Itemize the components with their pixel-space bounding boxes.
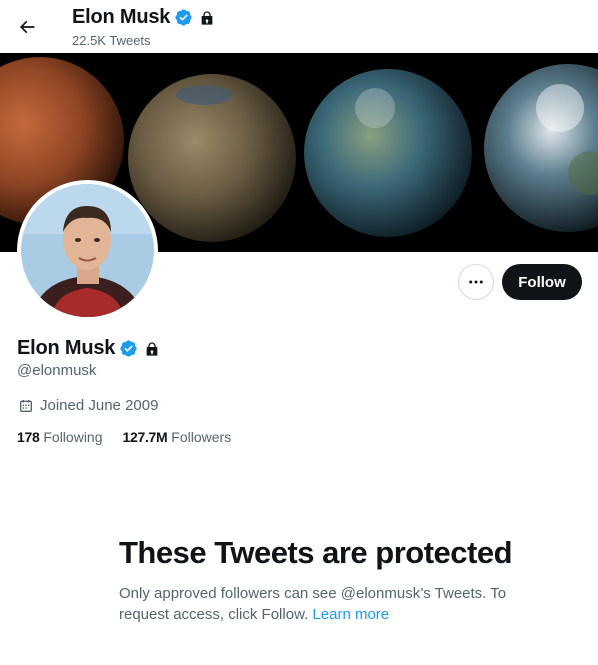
back-button[interactable] — [11, 11, 43, 43]
header-name: Elon Musk — [72, 6, 171, 28]
avatar[interactable] — [21, 184, 154, 317]
follow-button[interactable]: Follow — [502, 264, 582, 300]
verified-badge-icon — [174, 8, 193, 27]
calendar-icon — [20, 399, 32, 412]
tweet-count: 22.5K Tweets — [72, 33, 151, 48]
profile-name: Elon Musk — [17, 337, 116, 359]
protected-heading: These Tweets are protected — [119, 535, 513, 570]
followers-label: Followers — [171, 429, 232, 445]
top-bar: Elon Musk 22.5K Tweets — [0, 0, 598, 53]
follow-stats: 178 Following 127.7M Followers — [17, 429, 231, 445]
more-options-button[interactable] — [458, 264, 494, 300]
followers-count: 127.7M — [122, 429, 168, 445]
arrow-left-icon — [19, 20, 35, 34]
profile-handle: @elonmusk — [17, 362, 97, 379]
protected-notice: These Tweets are protected Only approved… — [119, 535, 519, 625]
lock-icon — [199, 10, 215, 26]
joined-text: Joined June 2009 — [40, 397, 159, 414]
header-title-row: Elon Musk — [72, 6, 215, 29]
avatar-container[interactable] — [17, 180, 158, 321]
verified-badge-icon[interactable] — [119, 339, 138, 358]
more-dots-icon — [469, 280, 483, 284]
following-link[interactable]: 178 Following — [17, 429, 103, 445]
followers-link[interactable]: 127.7M Followers — [123, 429, 232, 445]
joined-date: Joined June 2009 — [18, 397, 158, 414]
learn-more-link[interactable]: Learn more — [312, 606, 389, 623]
following-label: Following — [43, 429, 103, 445]
protected-body-paragraph: Only approved followers can see @elonmus… — [119, 583, 519, 625]
following-count: 178 — [17, 429, 40, 445]
lock-icon — [144, 341, 160, 357]
avatar-photo — [21, 184, 154, 317]
profile-name-row: Elon Musk — [17, 337, 160, 360]
